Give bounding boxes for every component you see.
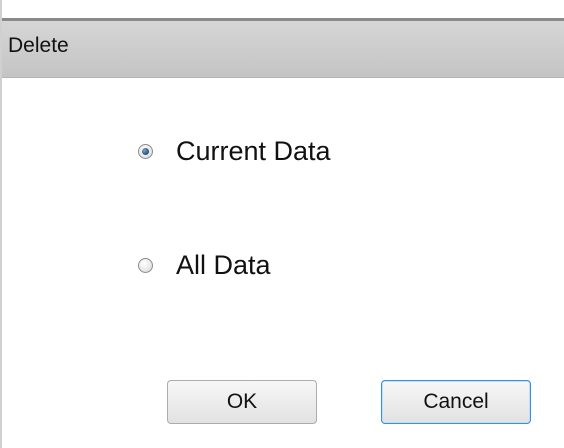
dialog-title: Delete	[8, 34, 69, 57]
delete-dialog: Delete Current Data All Data OK Cancel	[0, 0, 564, 448]
option-all-data[interactable]: All Data	[138, 250, 271, 281]
option-current-data-label[interactable]: Current Data	[176, 136, 331, 167]
dialog-body: Current Data All Data OK Cancel	[2, 78, 564, 448]
window-top-edge	[2, 0, 564, 18]
radio-all-data[interactable]	[138, 258, 153, 273]
radio-current-data[interactable]	[138, 144, 153, 159]
option-current-data[interactable]: Current Data	[138, 136, 331, 167]
cancel-button[interactable]: Cancel	[381, 380, 531, 424]
option-all-data-label[interactable]: All Data	[176, 250, 271, 281]
ok-button[interactable]: OK	[167, 380, 317, 424]
dialog-titlebar[interactable]: Delete	[2, 18, 564, 78]
